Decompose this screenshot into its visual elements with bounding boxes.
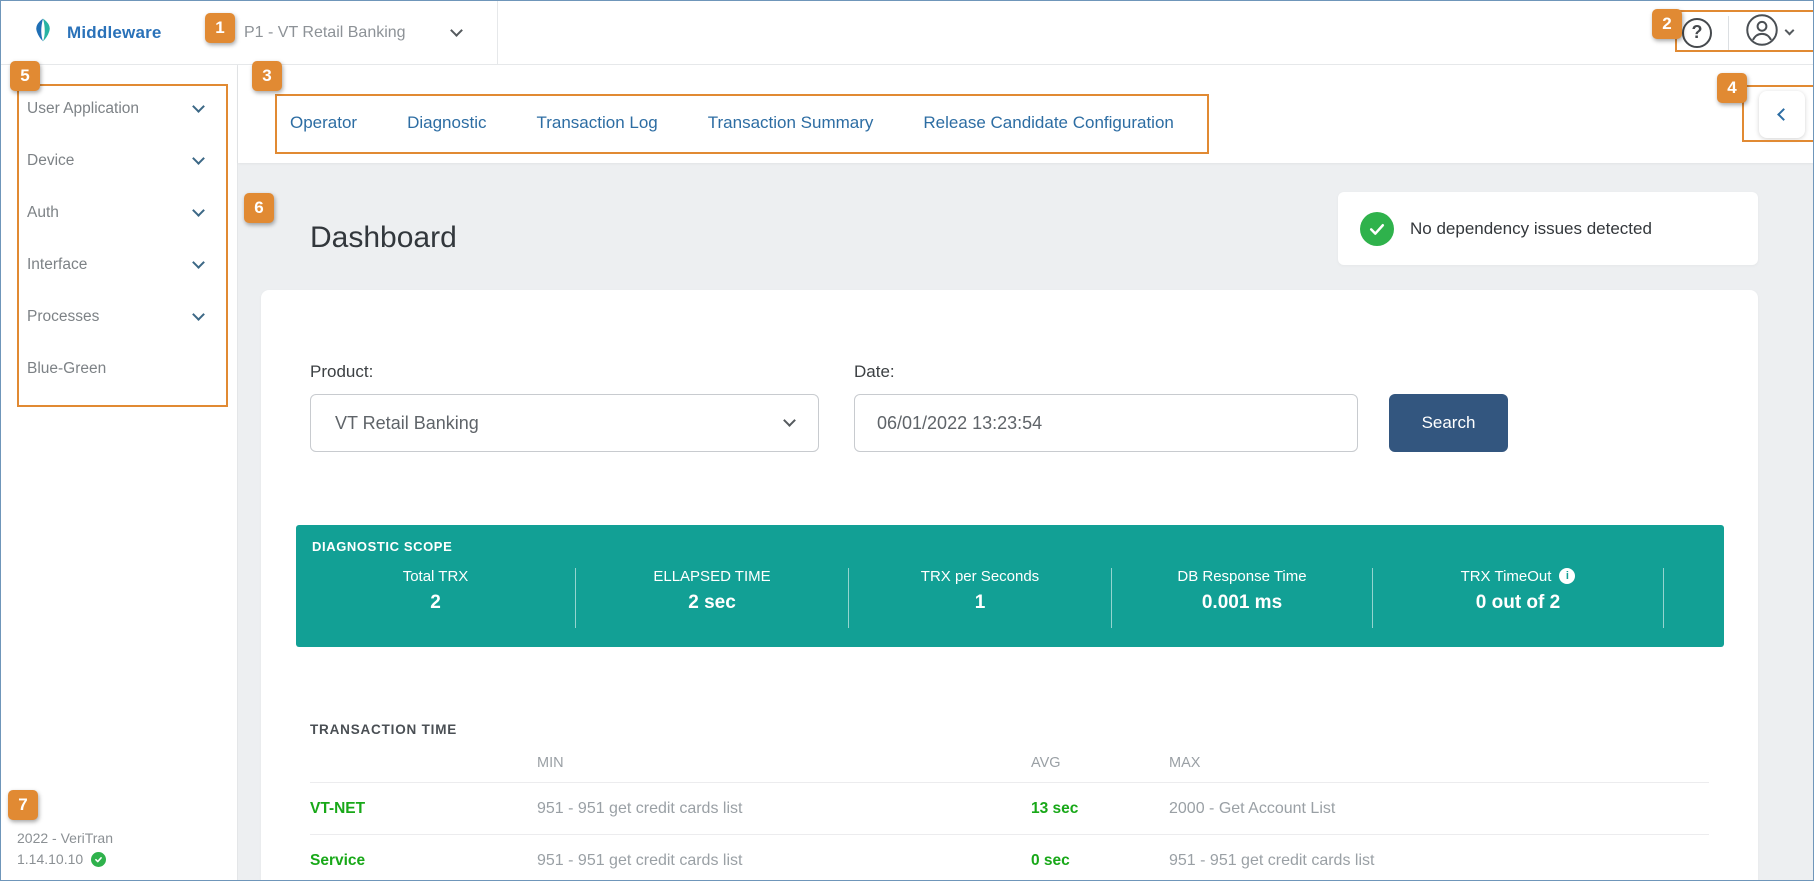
main-area: Operator Diagnostic Transaction Log Tran… [238,65,1813,880]
annotation-box-header-icons [1675,10,1813,52]
content-header: Dashboard No dependency issues detected [261,163,1758,290]
metric-value: 0 out of 2 [1475,592,1561,613]
column-header-max: MAX [1169,755,1201,771]
copyright-text: 2022 - VeriTran [17,830,113,846]
transaction-time-table: MIN AVG MAX VT-NET 951 - 951 get credit … [310,755,1709,880]
row-max: 951 - 951 get credit cards list [1169,851,1375,869]
date-label: Date: [854,362,895,381]
top-header: Middleware P1 - VT Retail Banking ? [1,1,1813,65]
annotation-badge-4: 4 [1717,73,1747,103]
product-select[interactable]: VT Retail Banking [310,394,819,452]
product-selector-value: P1 - VT Retail Banking [244,23,406,41]
metric-total-trx: Total TRX 2 [296,568,576,628]
brand: Middleware [1,16,238,49]
dependency-status-card: No dependency issues detected [1338,192,1758,265]
metric-label: TRX TimeOut i [1373,568,1663,585]
product-select-value: VT Retail Banking [335,412,479,433]
metric-db-response-time: DB Response Time 0.001 ms [1112,568,1373,628]
column-header-avg: AVG [1031,755,1061,771]
metric-spacer [1664,568,1724,628]
metric-label: Total TRX [402,568,469,585]
metric-label-text: TRX TimeOut [1460,568,1552,585]
metric-ellapsed-time: ELLAPSED TIME 2 sec [576,568,849,628]
product-label: Product: [310,362,374,381]
product-field-group: Product: VT Retail Banking [310,362,819,452]
version-number: 1.14.10.10 [17,851,84,867]
row-name: Service [310,851,366,869]
page-title: Dashboard [310,221,457,254]
column-header-min: MIN [537,755,564,771]
metric-value: 2 sec [688,592,736,613]
veritran-logo-icon [29,16,57,49]
table-row: VT-NET 951 - 951 get credit cards list 1… [310,783,1709,835]
annotation-box-sidebar [17,84,228,407]
annotation-badge-2: 2 [1652,9,1682,39]
annotation-box-tabs [275,94,1209,154]
metric-label: ELLAPSED TIME [653,568,771,585]
metric-trx-timeout: TRX TimeOut i 0 out of 2 [1373,568,1664,628]
annotation-badge-1: 1 [205,13,235,43]
annotation-badge-3: 3 [252,61,282,91]
transaction-time-title: TRANSACTION TIME [310,722,458,737]
metric-value: 0.001 ms [1201,592,1283,613]
row-avg: 0 sec [1031,851,1070,869]
transaction-time-section: TRANSACTION TIME MIN AVG MAX VT-NET 951 … [261,647,1758,880]
table-row: Service 951 - 951 get credit cards list … [310,835,1709,880]
dependency-status-text: No dependency issues detected [1410,218,1652,238]
row-name: VT-NET [310,799,366,817]
chevron-down-icon [450,23,463,37]
metric-value: 2 [430,592,441,613]
row-avg: 13 sec [1031,799,1079,817]
version-ok-check-icon [91,852,107,867]
metric-label: TRX per Seconds [920,568,1040,585]
diagnostic-card: Product: VT Retail Banking Date: Search [261,290,1758,880]
chevron-down-icon [783,414,796,427]
row-min: 951 - 951 get credit cards list [537,851,743,869]
annotation-badge-7: 7 [8,790,38,820]
table-header-row: MIN AVG MAX [310,755,1709,783]
date-field-group: Date: [854,362,1358,452]
search-button[interactable]: Search [1389,394,1508,452]
diagnostic-scope-metrics: Total TRX 2 ELLAPSED TIME 2 sec TRX per … [296,568,1724,628]
diagnostic-scope-banner: DIAGNOSTIC SCOPE Total TRX 2 ELLAPSED TI… [296,525,1724,647]
column-header-blank [310,755,537,771]
annotation-box-collapse-button [1742,85,1813,142]
row-max: 2000 - Get Account List [1169,799,1336,817]
dashboard-content: Dashboard No dependency issues detected … [238,163,1813,880]
annotation-badge-5: 5 [10,61,40,91]
search-form: Product: VT Retail Banking Date: Search [261,362,1758,452]
brand-name: Middleware [67,22,162,42]
metric-label: DB Response Time [1177,568,1307,585]
metric-trx-per-seconds: TRX per Seconds 1 [849,568,1112,628]
diagnostic-scope-title: DIAGNOSTIC SCOPE [312,539,453,554]
date-input[interactable] [854,394,1358,452]
annotation-badge-6: 6 [244,193,274,223]
middleware-app-window: Middleware P1 - VT Retail Banking ? User… [0,0,1814,881]
product-selector-dropdown[interactable]: P1 - VT Retail Banking [238,1,498,64]
app-body: User Application Device Auth Interface P… [1,65,1813,880]
metric-value: 1 [974,592,986,613]
info-icon[interactable]: i [1559,568,1576,584]
sidebar-footer: 2022 - VeriTran 1.14.10.10 [17,828,113,870]
success-check-icon [1360,211,1394,246]
row-min: 951 - 951 get credit cards list [537,799,743,817]
